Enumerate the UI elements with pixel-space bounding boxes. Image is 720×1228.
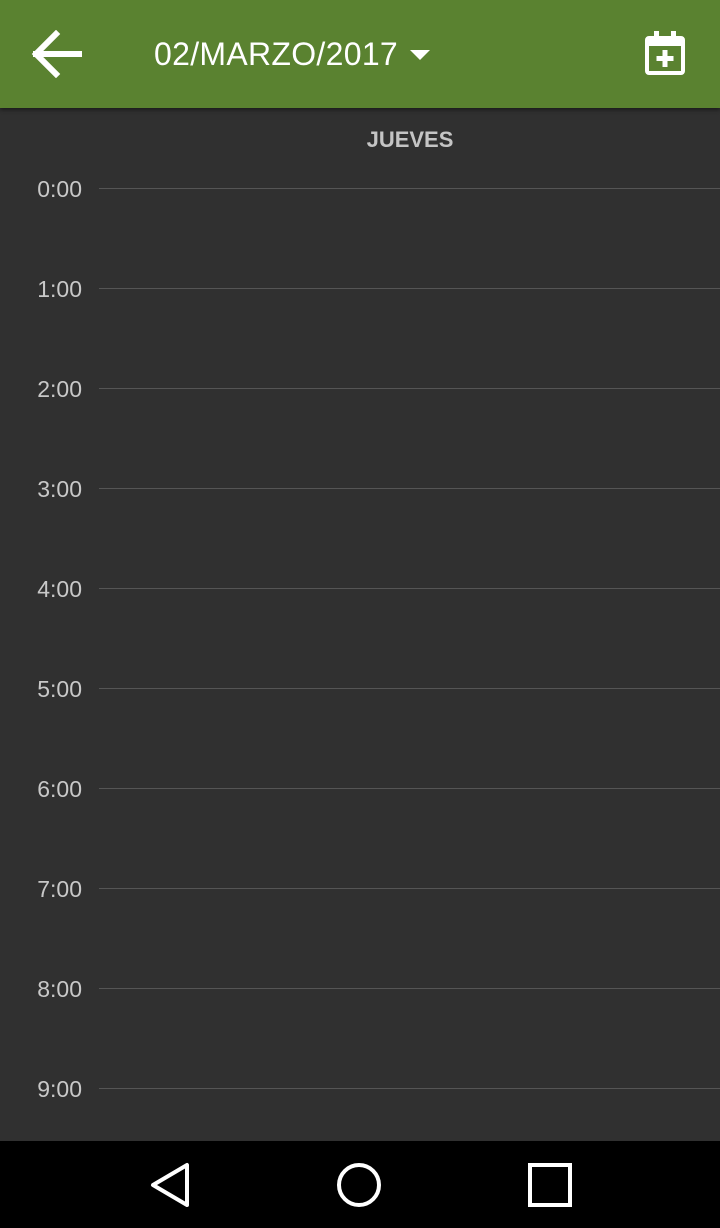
system-back-button[interactable] bbox=[125, 1155, 215, 1215]
caret-down-icon bbox=[410, 50, 431, 60]
hour-row: 0:00 bbox=[0, 138, 720, 238]
hour-row: 8:00 bbox=[0, 938, 720, 1038]
hour-label: 8:00 bbox=[37, 976, 82, 1002]
hour-label: 0:00 bbox=[37, 176, 82, 202]
nav-recents-square-icon bbox=[528, 1163, 572, 1207]
arrow-back-icon bbox=[31, 30, 82, 78]
hour-slot-divider[interactable] bbox=[99, 188, 720, 189]
hour-slot-divider[interactable] bbox=[99, 488, 720, 489]
app-toolbar: 02/MARZO/2017 bbox=[0, 0, 720, 108]
hour-label: 3:00 bbox=[37, 476, 82, 502]
system-recents-button[interactable] bbox=[505, 1155, 595, 1215]
hour-label: 4:00 bbox=[37, 576, 82, 602]
hour-slot-divider[interactable] bbox=[99, 588, 720, 589]
hour-slot-divider[interactable] bbox=[99, 888, 720, 889]
hour-row: 6:00 bbox=[0, 738, 720, 838]
hour-row: 9:00 bbox=[0, 1038, 720, 1138]
back-button[interactable] bbox=[20, 20, 92, 88]
calendar-plus-icon bbox=[645, 31, 685, 75]
nav-home-circle-icon bbox=[337, 1163, 381, 1207]
hour-label: 5:00 bbox=[37, 676, 82, 702]
hour-row: 1:00 bbox=[0, 238, 720, 338]
hour-slot-divider[interactable] bbox=[99, 688, 720, 689]
date-selector-dropdown[interactable]: 02/MARZO/2017 bbox=[154, 26, 431, 82]
hour-label: 2:00 bbox=[37, 376, 82, 402]
selected-date-label: 02/MARZO/2017 bbox=[154, 35, 399, 72]
hour-label: 7:00 bbox=[37, 876, 82, 902]
system-home-button[interactable] bbox=[314, 1155, 404, 1215]
system-navigation-bar bbox=[0, 1141, 720, 1228]
hour-slot-divider[interactable] bbox=[99, 288, 720, 289]
hour-slot-divider[interactable] bbox=[99, 988, 720, 989]
hour-slot-divider[interactable] bbox=[99, 388, 720, 389]
hour-label: 9:00 bbox=[37, 1076, 82, 1102]
hour-slot-divider[interactable] bbox=[99, 788, 720, 789]
hour-label: 6:00 bbox=[37, 776, 82, 802]
hour-row: 3:00 bbox=[0, 438, 720, 538]
hour-row: 5:00 bbox=[0, 638, 720, 738]
hour-timeline[interactable]: 0:00 1:00 2:00 3:00 4:00 5:00 6:00 7:00 8:00 9:00 bbox=[0, 138, 720, 1141]
nav-back-triangle-icon bbox=[151, 1163, 189, 1207]
hour-slot-divider[interactable] bbox=[99, 1088, 720, 1089]
hour-row: 4:00 bbox=[0, 538, 720, 638]
hour-row: 2:00 bbox=[0, 338, 720, 438]
calendar-day-view-screen: 02/MARZO/2017 JUEVES 0:00 1:00 2:00 3:00 4:0… bbox=[0, 0, 720, 1228]
hour-label: 1:00 bbox=[37, 276, 82, 302]
hour-row: 7:00 bbox=[0, 838, 720, 938]
add-event-button[interactable] bbox=[632, 20, 698, 86]
